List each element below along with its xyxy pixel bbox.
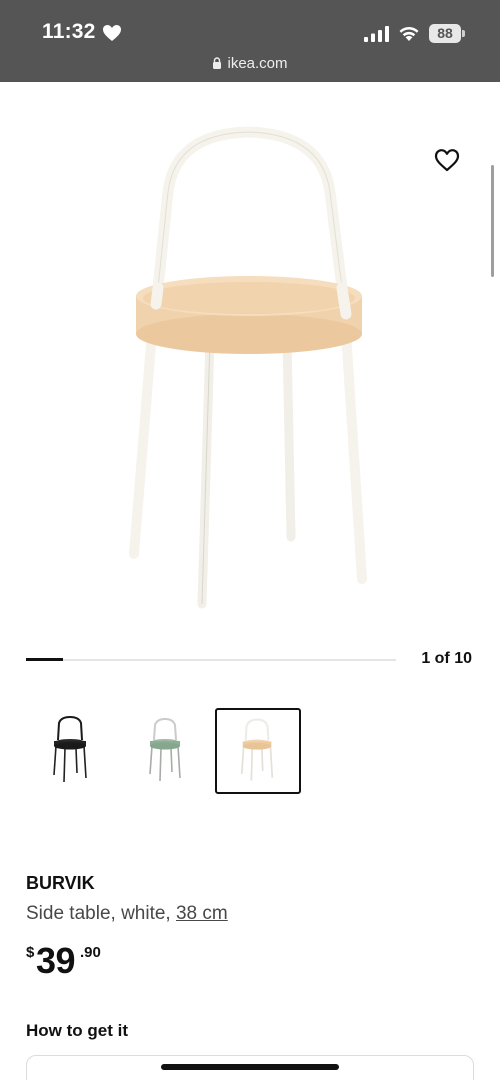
product-size-link[interactable]: 38 cm	[176, 903, 228, 924]
battery-tip	[462, 30, 465, 37]
battery-level: 88	[429, 24, 461, 43]
status-time: 11:32	[42, 20, 96, 43]
thumbnail-green[interactable]	[118, 708, 204, 794]
gallery-progress-track	[26, 658, 396, 661]
battery-icon: 88	[429, 24, 465, 43]
price-decimal: .90	[80, 944, 101, 961]
product-main-image[interactable]	[0, 82, 500, 642]
heart-icon	[103, 25, 121, 41]
price-currency: $	[26, 944, 35, 961]
home-indicator[interactable]	[161, 1064, 339, 1070]
browser-top-bar: 11:32 88 ikea.com	[0, 0, 500, 82]
wifi-icon	[399, 27, 419, 41]
white-side-table-thumbnail	[240, 718, 274, 781]
gallery-counter: 1 of 10	[421, 650, 472, 667]
address-domain: ikea.com	[227, 55, 288, 72]
signal-icon	[364, 26, 389, 42]
price-integer: 39	[36, 940, 76, 981]
thumbnail-white-selected[interactable]	[215, 708, 301, 794]
heart-outline-icon[interactable]	[434, 148, 460, 172]
side-table-illustration	[129, 126, 367, 609]
product-description: Side table, white, 38 cm	[26, 903, 228, 925]
product-name: BURVIK	[26, 873, 95, 893]
gallery-progress-fill	[26, 658, 63, 661]
address-bar[interactable]: ikea.com	[0, 55, 500, 72]
how-to-get-it-heading: How to get it	[26, 1021, 128, 1040]
thumbnail-black[interactable]	[20, 708, 106, 794]
black-side-table-thumbnail	[53, 715, 87, 783]
product-description-text: Side table, white,	[26, 903, 176, 924]
page-scrollbar[interactable]	[491, 165, 494, 277]
lock-icon	[213, 57, 222, 69]
green-side-table-thumbnail	[149, 717, 181, 782]
